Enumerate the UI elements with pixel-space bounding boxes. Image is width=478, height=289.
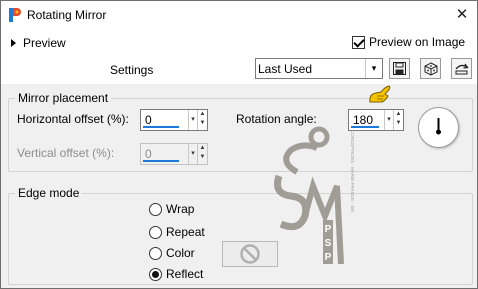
spin-up-icon[interactable]: ▲ [200,111,206,117]
spin-down-icon: ▼ [199,154,206,160]
edge-mode-title: Edge mode [15,186,83,200]
edge-mode-wrap-option[interactable]: Wrap [149,202,194,216]
reflect-label: Reflect [166,267,204,281]
edge-mode-group: Edge mode [8,186,473,285]
vertical-offset-input: 0 ▾ ▲ ▼ [140,143,208,165]
edge-mode-repeat-option[interactable]: Repeat [149,225,205,239]
preview-on-image-label: Preview on Image [369,35,466,49]
window-title: Rotating Mirror [27,8,107,22]
pointing-hand-icon [369,85,391,103]
psp-letter-p: P [325,224,332,235]
rotation-angle-spinner[interactable]: ▲ ▼ [393,110,403,130]
save-icon [393,62,406,75]
horizontal-offset-spinner[interactable]: ▲ ▼ [197,110,207,130]
vertical-offset-slider-bar [143,160,179,162]
preview-on-image-checkbox[interactable] [352,35,365,49]
chevron-down-icon[interactable]: ▾ [365,59,382,78]
spin-down-icon[interactable]: ▼ [396,120,402,126]
watermark-vertical-text: CONCEPTIONS · MARIE-FRANCE · SM [350,130,355,212]
horizontal-offset-input[interactable]: 0 ▾ ▲ ▼ [140,109,208,131]
dice-icon [424,61,437,76]
close-button[interactable]: ✕ [449,2,475,28]
settings-panel: Mirror placement Horizontal offset (%): … [1,84,477,288]
preview-expander[interactable]: Preview [11,36,66,50]
reflect-radio[interactable] [149,267,162,281]
mirror-placement-title: Mirror placement [15,91,112,105]
horizontal-offset-label: Horizontal offset (%): [17,112,129,126]
horizontal-offset-value: 0 [145,113,152,127]
expand-triangle-icon [11,39,16,47]
reset-icon [455,63,469,74]
title-bar: Rotating Mirror ✕ [1,1,477,29]
horizontal-offset-dropdown[interactable]: ▾ [188,110,197,130]
psp-letter-s: S [325,238,332,249]
vertical-offset-value: 0 [145,147,152,161]
reset-defaults-button[interactable] [451,58,472,79]
rotation-angle-dial[interactable] [418,107,459,148]
rotation-angle-dropdown[interactable]: ▾ [384,110,393,130]
sm-psp-watermark-logo: P S P CONCEPTIONS · MARIE-FRANCE · SM [274,126,355,265]
dialog-window: Rotating Mirror ✕ Preview Preview on Ima… [0,0,478,289]
color-radio[interactable] [149,246,162,260]
disabled-circle-icon [240,244,260,264]
repeat-radio[interactable] [149,225,162,239]
repeat-label: Repeat [166,225,205,239]
preview-on-image-toggle[interactable]: Preview on Image [352,35,465,49]
spin-up-icon: ▲ [199,145,206,151]
paintshop-app-icon [9,8,21,22]
color-label: Color [166,246,195,260]
wrap-radio[interactable] [149,202,162,216]
settings-label: Settings [110,63,154,77]
vertical-offset-spinner: ▲ ▼ [197,144,207,164]
vertical-offset-dropdown: ▾ [188,144,197,164]
preset-dropdown[interactable]: Last Used ▾ [255,58,383,79]
save-preset-button[interactable] [389,58,410,79]
psp-letter-p2: P [325,252,332,263]
preview-label: Preview [23,36,66,50]
preview-toolbar: Preview Preview on Image Settings Last U… [1,29,477,84]
randomize-button[interactable] [420,58,441,79]
edge-mode-color-option[interactable]: Color [149,246,195,260]
edge-mode-reflect-option[interactable]: Reflect [149,267,203,281]
spin-down-icon[interactable]: ▼ [200,120,206,126]
vertical-offset-label: Vertical offset (%): [17,146,115,160]
spin-up-icon[interactable]: ▲ [396,111,402,117]
dial-needle-icon [436,118,441,135]
horizontal-offset-slider-bar[interactable] [143,126,179,128]
wrap-label: Wrap [166,202,195,216]
preset-value: Last Used [258,62,313,76]
